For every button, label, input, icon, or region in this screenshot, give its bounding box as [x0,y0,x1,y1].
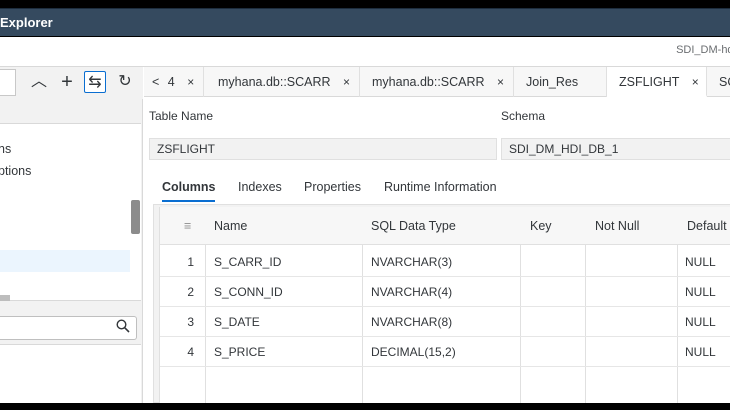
grid-header: ≡ Name SQL Data Type Key Not Null Defaul… [160,207,730,245]
table-row[interactable]: 4 S_PRICE DECIMAL(15,2) NULL [160,337,730,367]
column-name[interactable]: S_CARR_ID [214,255,281,269]
tab-properties[interactable]: Properties [304,180,361,194]
tab-zsflight[interactable]: ZSFLIGHT × [607,67,707,97]
tab-indexes[interactable]: Indexes [238,180,282,194]
header-default[interactable]: Default [687,219,727,233]
row-number: 4 [187,345,194,359]
window-title: Explorer [0,15,53,30]
schema-label: Schema [501,109,546,123]
tab-label: myhana.db::SCARR [218,75,331,89]
header-key[interactable]: Key [530,219,552,233]
column-default[interactable]: NULL [685,285,716,299]
table-editor: Table Name ZSFLIGHT Schema SDI_DM_HDI_DB… [144,98,730,404]
sort-icon[interactable]: ≡ [184,219,191,233]
tab-label: Join_Res [526,75,579,89]
tab-label: SC [719,75,730,89]
tab-overflow[interactable]: < 4 × [144,67,204,97]
tab-overflow-count: 4 [167,75,175,89]
connection-label: SDI_DM-hdi [676,44,730,56]
column-name[interactable]: S_PRICE [214,345,265,359]
close-icon[interactable]: × [343,75,350,89]
table-row[interactable]: 2 S_CONN_ID NVARCHAR(4) NULL [160,277,730,307]
column-default[interactable]: NULL [685,255,716,269]
horizontal-scrollbar[interactable] [0,295,10,301]
search-input[interactable] [0,316,137,340]
screen-frame: Explorer SDI_DM-hdi ︿ + ⇆ ↻ ns ptions [0,0,730,410]
column-name[interactable]: S_DATE [214,315,260,329]
columns-grid-container: ≡ Name SQL Data Type Key Not Null Defaul… [153,204,730,404]
details-panel [0,344,141,403]
tree-item[interactable]: ptions [0,164,31,178]
window-titlebar: Explorer [0,8,730,36]
bottom-border [0,403,730,410]
column-type[interactable]: NVARCHAR(3) [371,255,452,269]
column-default[interactable]: NULL [685,345,716,359]
explorer-toolbar: ︿ + ⇆ ↻ [0,67,143,99]
tab-columns[interactable]: Columns [162,180,216,202]
tab-scarr-1[interactable]: myhana.db::SCARR × [206,67,360,97]
tab-scarr-2[interactable]: myhana.db::SCARR × [360,67,514,97]
table-row[interactable]: 3 S_DATE NVARCHAR(8) NULL [160,307,730,337]
sub-header: SDI_DM-hdi [0,37,730,67]
explorer-pane: ︿ + ⇆ ↻ ns ptions [0,67,143,403]
column-name[interactable]: S_CONN_ID [214,285,283,299]
plus-icon[interactable]: + [56,71,78,93]
column-type[interactable]: NVARCHAR(4) [371,285,452,299]
vertical-scrollbar[interactable] [131,200,140,234]
table-row[interactable]: 1 S_CARR_ID NVARCHAR(3) NULL [160,247,730,277]
row-number: 3 [187,315,194,329]
close-icon[interactable]: × [692,75,699,89]
search-icon[interactable] [116,319,130,336]
tab-runtime-information[interactable]: Runtime Information [384,180,497,194]
column-default[interactable]: NULL [685,315,716,329]
header-not-null[interactable]: Not Null [595,219,639,233]
schema-field[interactable]: SDI_DM_HDI_DB_1 [501,138,730,160]
editor-tabbar: < 4 × myhana.db::SCARR × myhana.db::SCAR… [144,67,730,97]
close-icon[interactable]: × [187,75,194,89]
catalog-tree: ns ptions [0,123,141,301]
table-row-empty[interactable] [160,367,730,397]
tree-item[interactable]: ns [0,142,11,156]
column-type[interactable]: DECIMAL(15,2) [371,345,456,359]
filter-input-stub[interactable] [0,69,16,96]
header-name[interactable]: Name [214,219,247,233]
tab-label: ZSFLIGHT [619,75,680,89]
tab-join-res[interactable]: Join_Res [514,67,607,97]
tab-sc[interactable]: SC [707,67,730,97]
table-name-label: Table Name [149,109,214,123]
app-area: SDI_DM-hdi ︿ + ⇆ ↻ ns ptions [0,37,730,404]
chevron-left-icon[interactable]: < [152,75,159,89]
columns-grid: ≡ Name SQL Data Type Key Not Null Defaul… [159,207,730,404]
row-number: 1 [187,255,194,269]
tree-selection-highlight[interactable] [0,250,130,272]
row-number: 2 [187,285,194,299]
header-sql-data-type[interactable]: SQL Data Type [371,219,456,233]
tab-label: myhana.db::SCARR [372,75,485,89]
close-icon[interactable]: × [497,75,504,89]
table-name-field[interactable]: ZSFLIGHT [149,138,497,160]
column-type[interactable]: NVARCHAR(8) [371,315,452,329]
link-icon[interactable]: ⇆ [84,71,106,93]
refresh-icon[interactable]: ↻ [114,71,136,93]
collapse-icon[interactable]: ︿ [28,71,50,93]
